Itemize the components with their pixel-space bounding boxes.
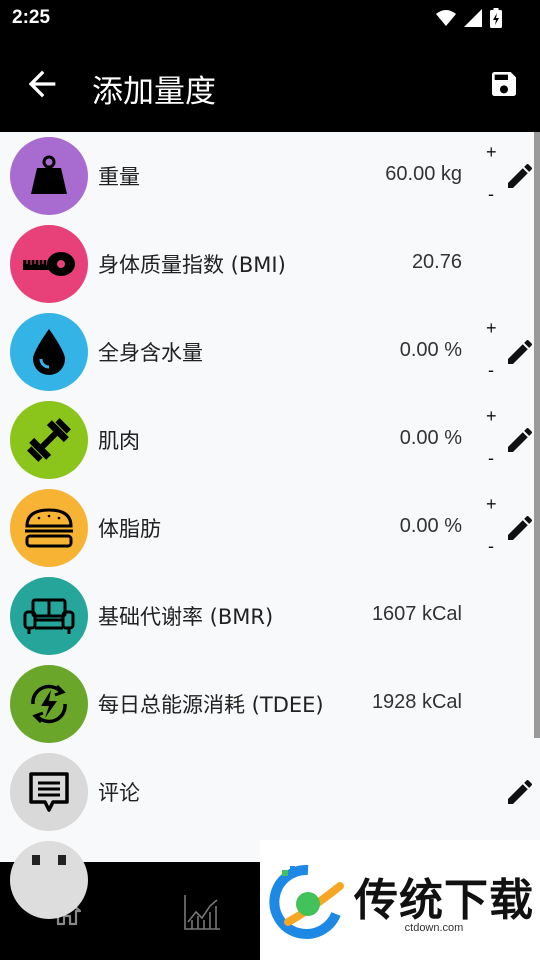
measurement-row[interactable]: 体脂肪 0.00 % + - [0,484,534,572]
increment-button[interactable]: + [486,142,497,163]
measurement-label: 每日总能源消耗 (TDEE) [98,693,324,717]
edit-pencil-icon[interactable] [504,776,536,808]
measurement-label: 肌肉 [98,429,140,453]
battery-charging-icon [490,8,502,28]
status-bar: 2:25 [0,0,540,36]
measurement-row[interactable]: 重量 60.00 kg + - [0,132,534,220]
arrow-back-icon[interactable] [22,64,62,104]
app-bar: 添加量度 [0,36,540,132]
measurement-value[interactable]: 0.00 % [400,339,462,362]
measurement-value[interactable]: 1928 kCal [372,691,462,714]
edit-pencil-icon[interactable] [504,336,536,368]
watermark: 传统下载 ctdown.com [260,840,540,960]
measurement-row[interactable]: 每日总能源消耗 (TDEE) 1928 kCal [0,660,534,748]
decrement-button[interactable]: - [488,448,494,469]
signal-icon [464,9,482,27]
measurement-label: 评论 [98,781,140,805]
wifi-icon [436,10,456,26]
sofa-icon [10,577,88,655]
dumbbell-icon [10,401,88,479]
save-icon[interactable] [488,68,520,100]
increment-button[interactable]: + [486,494,497,515]
increment-button[interactable]: + [486,318,497,339]
measurement-value[interactable]: 20.76 [412,251,462,274]
burger-icon [10,489,88,567]
status-time: 2:25 [12,7,51,28]
scrollbar[interactable] [534,132,540,738]
measurement-value[interactable]: 0.00 % [400,427,462,450]
decrement-button[interactable]: - [488,360,494,381]
measurement-row[interactable]: 肌肉 0.00 % + - [0,396,534,484]
measurement-row[interactable]: 基础代谢率 (BMR) 1607 kCal [0,572,534,660]
measurement-label: 重量 [98,165,140,189]
edit-pencil-icon[interactable] [504,160,536,192]
watermark-domain: ctdown.com [354,922,514,934]
measurement-label: 体脂肪 [98,517,161,541]
watermark-text: 传统下载 [354,875,534,926]
watermark-logo-icon [269,864,344,939]
tape-measure-icon [10,225,88,303]
measurement-row[interactable]: 身体质量指数 (BMI) 20.76 [0,220,534,308]
edit-pencil-icon[interactable] [504,512,536,544]
energy-bolt-icon [10,665,88,743]
increment-button[interactable]: + [486,406,497,427]
partial-row-avatar [10,841,88,919]
water-drop-icon [10,313,88,391]
chart-icon[interactable] [182,892,222,932]
measurement-label: 基础代谢率 (BMR) [98,605,274,629]
measurement-row[interactable]: 全身含水量 0.00 % + - [0,308,534,396]
decrement-button[interactable]: - [488,536,494,557]
decrement-button[interactable]: - [488,184,494,205]
page-title: 添加量度 [92,74,216,110]
measurement-list: 重量 60.00 kg + - 身体质量指数 (BMI) 20.76 全身含水量 0.00 %… [0,132,534,836]
measurement-value[interactable]: 1607 kCal [372,603,462,626]
measurement-label: 身体质量指数 (BMI) [98,253,286,277]
weight-icon [10,137,88,215]
measurement-value[interactable]: 60.00 kg [385,163,462,186]
edit-pencil-icon[interactable] [504,424,536,456]
measurement-label: 全身含水量 [98,341,203,365]
measurement-value[interactable]: 0.00 % [400,515,462,538]
measurement-row[interactable]: 评论 [0,748,534,836]
comment-icon [10,753,88,831]
